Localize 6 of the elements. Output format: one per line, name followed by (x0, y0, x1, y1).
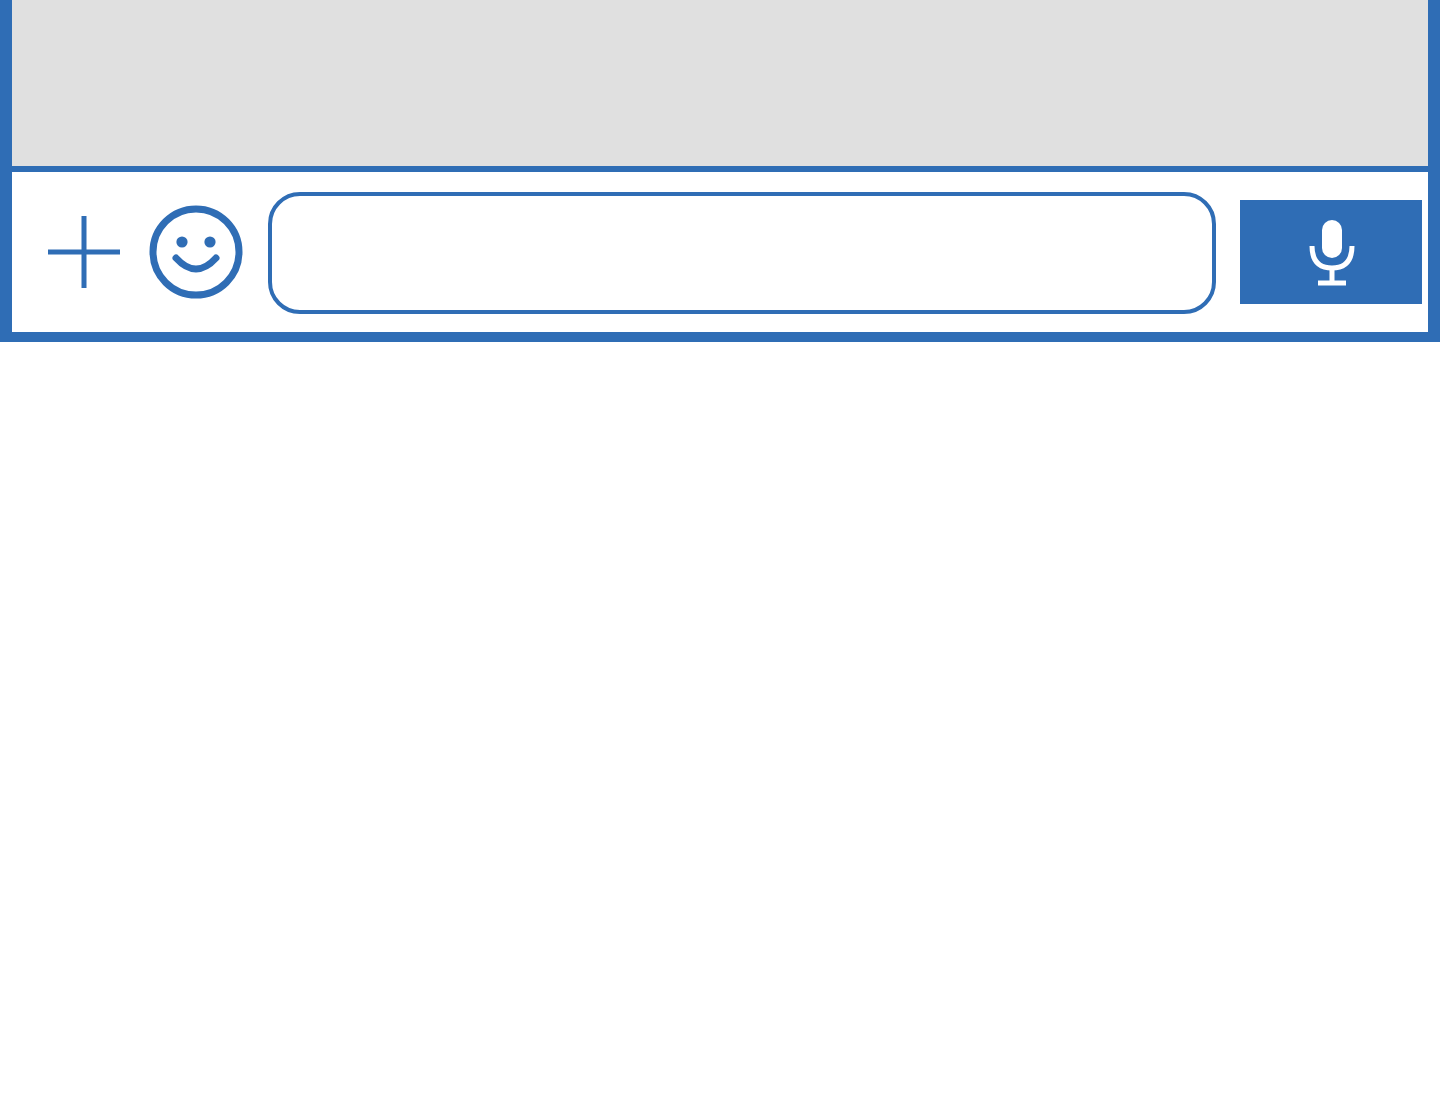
message-field[interactable] (268, 191, 1216, 313)
add-button[interactable] (44, 212, 124, 292)
voice-button[interactable] (1240, 200, 1422, 304)
smiley-icon (148, 204, 244, 300)
plus-icon (44, 212, 124, 292)
emoji-button[interactable] (148, 204, 244, 300)
